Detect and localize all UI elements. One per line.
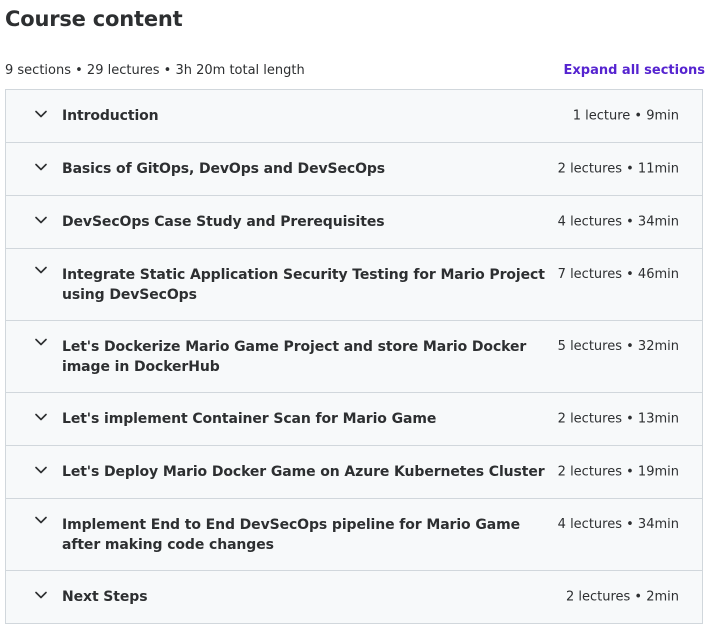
section-meta: 2 lectures • 2min xyxy=(566,590,679,605)
section-title: Next Steps xyxy=(62,587,552,607)
chevron-down-icon xyxy=(34,335,48,349)
section-item-dockerize[interactable]: Let's Dockerize Mario Game Project and s… xyxy=(6,321,702,393)
section-meta: 2 lectures • 13min xyxy=(558,412,679,427)
course-summary-bar: 9 sections • 29 lectures • 3h 20m total … xyxy=(5,60,705,80)
section-meta: 4 lectures • 34min xyxy=(558,515,679,535)
section-meta: 7 lectures • 46min xyxy=(558,265,679,285)
section-title: Let's Dockerize Mario Game Project and s… xyxy=(62,337,552,377)
section-title: Integrate Static Application Security Te… xyxy=(62,265,552,305)
chevron-down-icon xyxy=(34,107,48,121)
section-title: Basics of GitOps, DevOps and DevSecOps xyxy=(62,159,552,179)
section-title: DevSecOps Case Study and Prerequisites xyxy=(62,212,552,232)
section-item-container-scan[interactable]: Let's implement Container Scan for Mario… xyxy=(6,393,702,446)
section-item-introduction[interactable]: Introduction 1 lecture • 9min xyxy=(6,90,702,143)
section-meta: 2 lectures • 11min xyxy=(558,162,679,177)
section-item-deploy-aks[interactable]: Let's Deploy Mario Docker Game on Azure … xyxy=(6,446,702,499)
section-item-sast[interactable]: Integrate Static Application Security Te… xyxy=(6,249,702,321)
section-title: Implement End to End DevSecOps pipeline … xyxy=(62,515,552,555)
page-title: Course content xyxy=(5,4,183,34)
section-meta: 2 lectures • 19min xyxy=(558,465,679,480)
section-item-basics[interactable]: Basics of GitOps, DevOps and DevSecOps 2… xyxy=(6,143,702,196)
section-meta: 4 lectures • 34min xyxy=(558,215,679,230)
section-list: Introduction 1 lecture • 9min Basics of … xyxy=(5,89,703,624)
chevron-down-icon xyxy=(34,463,48,477)
chevron-down-icon xyxy=(34,263,48,277)
section-item-pipeline[interactable]: Implement End to End DevSecOps pipeline … xyxy=(6,499,702,571)
section-meta: 1 lecture • 9min xyxy=(573,109,679,124)
section-item-case-study[interactable]: DevSecOps Case Study and Prerequisites 4… xyxy=(6,196,702,249)
chevron-down-icon xyxy=(34,213,48,227)
chevron-down-icon xyxy=(34,160,48,174)
chevron-down-icon xyxy=(34,410,48,424)
course-summary: 9 sections • 29 lectures • 3h 20m total … xyxy=(5,63,305,78)
chevron-down-icon xyxy=(34,588,48,602)
section-item-next-steps[interactable]: Next Steps 2 lectures • 2min xyxy=(6,571,702,623)
expand-all-sections-button[interactable]: Expand all sections xyxy=(564,63,705,78)
chevron-down-icon xyxy=(34,513,48,527)
section-title: Let's Deploy Mario Docker Game on Azure … xyxy=(62,462,552,482)
section-title: Introduction xyxy=(62,106,552,126)
section-title: Let's implement Container Scan for Mario… xyxy=(62,409,552,429)
section-meta: 5 lectures • 32min xyxy=(558,337,679,357)
